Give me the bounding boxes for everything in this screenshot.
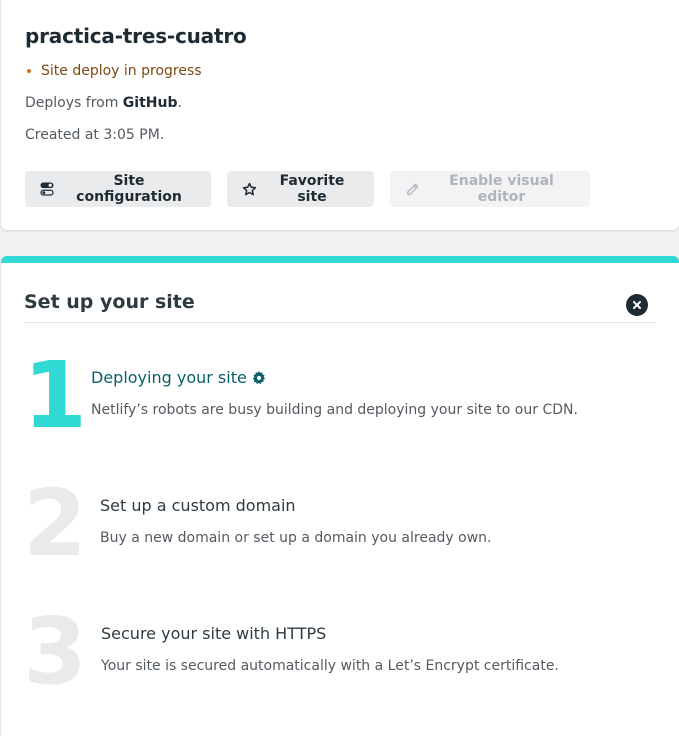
- deploy-status-text: Site deploy in progress: [41, 63, 202, 79]
- setup-step-domain: 2 Set up a custom domain Buy a new domai…: [1, 474, 679, 574]
- close-setup-button[interactable]: [626, 294, 648, 316]
- deploys-from: Deploys from GitHub.: [25, 95, 182, 111]
- deploy-source: GitHub: [122, 95, 178, 111]
- deploys-from-prefix: Deploys from: [25, 95, 123, 111]
- favorite-site-button[interactable]: Favorite site: [227, 171, 374, 207]
- step-description: Netlify’s robots are busy building and d…: [91, 402, 578, 418]
- enable-visual-editor-button[interactable]: Enable visual editor: [390, 171, 590, 207]
- setup-card: Set up your site 1 Deploying your site N…: [1, 256, 679, 736]
- step-title-text: Deploying your site: [91, 368, 247, 387]
- setup-title: Set up your site: [24, 291, 195, 313]
- close-icon: [633, 301, 641, 309]
- dot-icon: [27, 69, 31, 73]
- setup-step-deploy: 1 Deploying your site Netlify’s robots a…: [1, 346, 679, 446]
- step-number: 1: [23, 342, 87, 449]
- gear-icon: [252, 370, 265, 384]
- toggle-settings-icon: [40, 182, 54, 196]
- step-number: 2: [23, 470, 87, 577]
- deploy-status: Site deploy in progress: [25, 63, 202, 79]
- favorite-site-label: Favorite site: [279, 173, 345, 205]
- step-description: Buy a new domain or set up a domain you …: [100, 530, 492, 546]
- site-configuration-button[interactable]: Site configuration: [25, 171, 211, 207]
- site-configuration-label: Site configuration: [76, 173, 182, 205]
- step-description: Your site is secured automatically with …: [101, 658, 559, 674]
- pencil-icon: [407, 183, 419, 195]
- step-title[interactable]: Secure your site with HTTPS: [101, 624, 326, 643]
- step-number: 3: [23, 598, 87, 705]
- site-overview-card: practica-tres-cuatro Site deploy in prog…: [1, 0, 679, 230]
- deploys-from-suffix: .: [177, 95, 182, 111]
- setup-divider: [25, 322, 655, 323]
- enable-visual-editor-label: Enable visual editor: [449, 173, 554, 205]
- step-title[interactable]: Set up a custom domain: [100, 496, 296, 515]
- step-title: Deploying your site: [91, 368, 266, 387]
- star-icon: [242, 182, 257, 195]
- created-at: Created at 3:05 PM.: [25, 127, 165, 143]
- setup-step-https: 3 Secure your site with HTTPS Your site …: [1, 602, 679, 702]
- site-name: practica-tres-cuatro: [25, 24, 247, 48]
